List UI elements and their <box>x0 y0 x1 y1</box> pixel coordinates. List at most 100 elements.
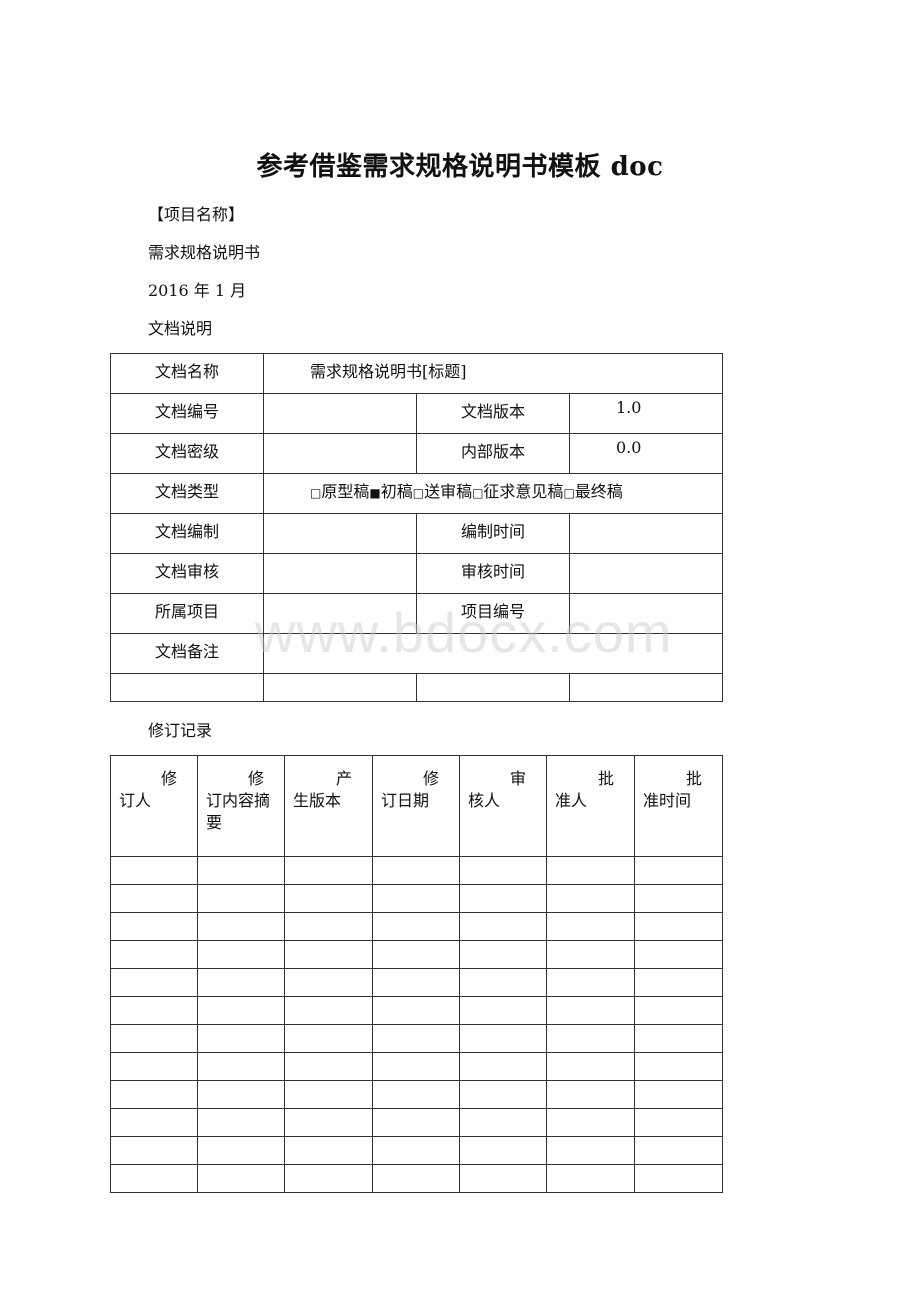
revision-cell[interactable] <box>459 996 547 1025</box>
revision-cell[interactable] <box>372 884 460 913</box>
revision-cell[interactable] <box>110 1136 198 1165</box>
revision-cell[interactable] <box>197 884 285 913</box>
revision-cell[interactable] <box>197 1108 285 1137</box>
revision-cell[interactable] <box>197 940 285 969</box>
revision-cell[interactable] <box>634 1108 723 1137</box>
revision-cell[interactable] <box>459 940 547 969</box>
revision-cell[interactable] <box>197 1024 285 1053</box>
revision-cell[interactable] <box>372 1080 460 1109</box>
revision-cell[interactable] <box>634 1164 723 1193</box>
revision-cell[interactable] <box>110 912 198 941</box>
revision-cell[interactable] <box>197 968 285 997</box>
revision-cell[interactable] <box>634 856 723 885</box>
revision-cell[interactable] <box>459 1052 547 1081</box>
revision-cell[interactable] <box>372 1052 460 1081</box>
revision-cell[interactable] <box>459 968 547 997</box>
revision-cell[interactable] <box>284 856 373 885</box>
revision-cell[interactable] <box>284 1052 373 1081</box>
revision-cell[interactable] <box>197 856 285 885</box>
revision-cell[interactable] <box>372 940 460 969</box>
revision-cell[interactable] <box>284 1136 373 1165</box>
revision-cell[interactable] <box>459 1024 547 1053</box>
revision-cell[interactable] <box>634 1136 723 1165</box>
revision-cell[interactable] <box>197 996 285 1025</box>
revision-cell[interactable] <box>110 940 198 969</box>
remarks-value-cell[interactable] <box>262 633 724 674</box>
revision-cell[interactable] <box>372 996 460 1025</box>
revision-cell[interactable] <box>546 912 635 941</box>
revision-cell[interactable] <box>110 1164 198 1193</box>
review-time-value-cell[interactable] <box>568 553 724 594</box>
revision-cell[interactable] <box>284 912 373 941</box>
revision-cell[interactable] <box>546 1080 635 1109</box>
revision-cell[interactable] <box>110 996 198 1025</box>
revision-cell[interactable] <box>459 856 547 885</box>
revision-cell[interactable] <box>284 996 373 1025</box>
empty-cell[interactable] <box>110 673 264 702</box>
revision-cell[interactable] <box>372 968 460 997</box>
revision-cell[interactable] <box>110 1024 198 1053</box>
revision-cell[interactable] <box>110 1108 198 1137</box>
revision-cell[interactable] <box>546 1024 635 1053</box>
revision-cell[interactable] <box>284 1024 373 1053</box>
internal-version-value-cell[interactable]: 0.0 <box>568 433 724 474</box>
revision-cell[interactable] <box>372 1136 460 1165</box>
revision-cell[interactable] <box>634 912 723 941</box>
revision-cell[interactable] <box>459 884 547 913</box>
revision-cell[interactable] <box>110 884 198 913</box>
revision-cell[interactable] <box>284 1080 373 1109</box>
revision-cell[interactable] <box>546 940 635 969</box>
author-time-value-cell[interactable] <box>568 513 724 554</box>
reviewer-value-cell[interactable] <box>263 553 417 594</box>
checkbox-unchecked-icon[interactable]: □ <box>563 486 574 500</box>
doc-type-option-3[interactable]: □征求意见稿 <box>472 482 563 501</box>
revision-cell[interactable] <box>372 1108 460 1137</box>
revision-cell[interactable] <box>284 884 373 913</box>
revision-cell[interactable] <box>372 856 460 885</box>
revision-cell[interactable] <box>197 1164 285 1193</box>
revision-cell[interactable] <box>546 1108 635 1137</box>
revision-cell[interactable] <box>459 1164 547 1193</box>
revision-cell[interactable] <box>546 1136 635 1165</box>
revision-cell[interactable] <box>197 1052 285 1081</box>
revision-cell[interactable] <box>197 1080 285 1109</box>
revision-cell[interactable] <box>372 912 460 941</box>
revision-cell[interactable] <box>459 1080 547 1109</box>
revision-cell[interactable] <box>546 1052 635 1081</box>
revision-cell[interactable] <box>110 968 198 997</box>
doc-name-value-cell[interactable]: 需求规格说明书[标题] <box>262 353 724 394</box>
checkbox-unchecked-icon[interactable]: □ <box>472 486 483 500</box>
revision-cell[interactable] <box>634 1080 723 1109</box>
doc-type-option-4[interactable]: □最终稿 <box>563 482 622 501</box>
security-value-cell[interactable] <box>263 433 417 474</box>
empty-cell[interactable] <box>416 673 570 702</box>
revision-cell[interactable] <box>546 968 635 997</box>
doc-type-option-0[interactable]: □原型稿 <box>310 482 369 501</box>
revision-cell[interactable] <box>634 1024 723 1053</box>
revision-cell[interactable] <box>110 1052 198 1081</box>
revision-cell[interactable] <box>546 884 635 913</box>
revision-cell[interactable] <box>546 996 635 1025</box>
doc-version-value-cell[interactable]: 1.0 <box>568 393 724 434</box>
revision-cell[interactable] <box>546 856 635 885</box>
revision-cell[interactable] <box>110 856 198 885</box>
empty-cell[interactable] <box>263 673 417 702</box>
revision-cell[interactable] <box>459 1136 547 1165</box>
doc-number-value-cell[interactable] <box>263 393 417 434</box>
checkbox-unchecked-icon[interactable]: □ <box>413 486 424 500</box>
revision-cell[interactable] <box>110 1080 198 1109</box>
revision-cell[interactable] <box>284 1108 373 1137</box>
project-value-cell[interactable] <box>263 593 417 634</box>
revision-cell[interactable] <box>634 968 723 997</box>
empty-cell[interactable] <box>568 673 724 702</box>
revision-cell[interactable] <box>197 912 285 941</box>
revision-cell[interactable] <box>284 968 373 997</box>
revision-cell[interactable] <box>634 884 723 913</box>
doc-type-option-1[interactable]: ■初稿 <box>369 482 412 501</box>
checkbox-checked-icon[interactable]: ■ <box>369 486 380 500</box>
revision-cell[interactable] <box>546 1164 635 1193</box>
revision-cell[interactable] <box>634 940 723 969</box>
revision-cell[interactable] <box>372 1024 460 1053</box>
revision-cell[interactable] <box>459 912 547 941</box>
doc-type-option-2[interactable]: □送审稿 <box>413 482 472 501</box>
